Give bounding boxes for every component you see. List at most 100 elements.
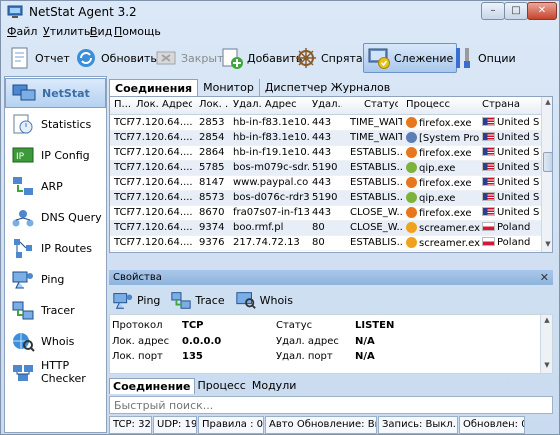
column-header-country[interactable]: Страна — [482, 99, 532, 110]
status-udp-count: UDP: 19 — [153, 416, 197, 434]
title-bar[interactable]: NetStat Agent 3.2 – □ ✕ — [1, 1, 559, 23]
report-button[interactable]: Отчет — [5, 43, 73, 73]
sidebar-item-ip-routes[interactable]: IP Routes — [5, 233, 106, 263]
arp-icon — [13, 177, 33, 195]
sidebar-item-dns-query[interactable]: DNS Query — [5, 202, 106, 232]
sidebar-item-whois[interactable]: Whois — [5, 326, 106, 356]
scroll-down-icon[interactable]: ▼ — [543, 240, 552, 250]
process-cell-text: qip.exe — [419, 163, 456, 174]
sidebar-item-label: ARP — [41, 179, 63, 193]
table-row[interactable]: TCP77.120.64.... 9376 217.74.72.13 80 ESTABL… — [110, 236, 542, 251]
sidebar-item-tracer[interactable]: Tracer — [5, 295, 106, 325]
sidebar-item-label: DNS Query — [41, 210, 102, 224]
menu-help[interactable]: Помощь — [114, 25, 161, 38]
whois-button[interactable]: Whois — [232, 287, 296, 313]
column-header-status[interactable]: Статус — [364, 99, 398, 110]
table-row[interactable]: TCP77.120.64.... 2854 hb-in-f83.1e10...443… — [110, 131, 542, 146]
status-cell: ESTABLIS... — [350, 237, 402, 248]
column-header-remote-port[interactable]: Удал... — [312, 99, 342, 110]
tab-connections[interactable]: Соединения — [109, 79, 199, 97]
sidebar-item-statistics[interactable]: Statistics — [5, 109, 106, 139]
column-header-protocol[interactable]: П... — [114, 99, 130, 110]
ping-button[interactable]: Ping — [109, 287, 163, 313]
menu-bar: Файл Утилиты Вид Помощь — [1, 23, 559, 41]
column-header-local-address[interactable]: Лок. Адрес — [136, 99, 192, 110]
sidebar-item-ip-config[interactable]: IP IP Config — [5, 140, 106, 170]
refresh-label: Обновить — [101, 51, 157, 65]
sidebar-item-arp[interactable]: ARP — [5, 171, 106, 201]
local-address-value: 0.0.0.0 — [182, 336, 222, 347]
table-row[interactable]: TCP77.120.64.... 2853 hb-in-f83.1e10...443… — [110, 116, 542, 131]
table-row[interactable]: TCP77.120.64.... 8670 fra07s07-in-f13...44… — [110, 206, 542, 221]
table-row[interactable]: TCP77.120.64.... 8573 bos-d076c-rdr3...519… — [110, 191, 542, 206]
table-row[interactable]: TCP77.120.64.... 5785 bos-m079c-sdr...5190… — [110, 161, 542, 176]
local-address-cell-text: 77.120.64.... — [129, 207, 193, 218]
whois-label: Whois — [259, 293, 293, 307]
remote-port-cell: 5190 — [312, 192, 346, 203]
status-last-update: Обновлен: 00:1 — [459, 416, 525, 434]
remote-port-cell: 443 — [312, 132, 346, 143]
tab-log-manager[interactable]: Диспетчер Журналов — [260, 79, 395, 97]
sidebar-item-label: Ping — [41, 272, 65, 286]
menu-view[interactable]: Вид — [90, 25, 112, 38]
close-icon[interactable]: ✕ — [540, 270, 549, 285]
tab-connection[interactable]: Соединение — [109, 378, 195, 394]
status-bar: TCP: 32 UDP: 19 Правила : 0 Авто Обновле… — [109, 416, 559, 434]
svg-text:IP: IP — [16, 152, 25, 162]
app-window: NetStat Agent 3.2 – □ ✕ Файл Утилиты Вид… — [0, 0, 560, 435]
status-value: LISTEN — [355, 320, 395, 331]
sidebar-item-netstat[interactable]: NetStat — [5, 78, 106, 108]
scroll-down-icon[interactable]: ▼ — [542, 361, 552, 371]
sidebar-item-http-checker[interactable]: HTTP Checker — [5, 357, 106, 387]
process-icon — [406, 117, 417, 128]
local-port-cell-text: 5785 — [199, 162, 225, 173]
protocol-cell-text: TCP — [114, 132, 130, 143]
tab-monitor[interactable]: Монитор — [198, 79, 260, 97]
table-scrollbar[interactable]: ▲ ▼ — [541, 97, 552, 252]
statistics-icon — [13, 114, 33, 134]
menu-file[interactable]: Файл — [7, 25, 37, 38]
sidebar-item-label: IP Config — [41, 148, 90, 162]
status-cell-text: ESTABLIS... — [350, 177, 402, 188]
quick-search-input[interactable] — [109, 396, 553, 414]
close-window-button[interactable]: ✕ — [527, 2, 557, 20]
menu-utilities[interactable]: Утилиты — [43, 25, 93, 38]
column-header-local-port[interactable]: Лок. ... — [199, 99, 229, 110]
process-cell: [System Pro... — [406, 132, 480, 144]
scroll-up-icon[interactable]: ▲ — [542, 316, 552, 326]
maximize-button[interactable]: □ — [504, 2, 528, 20]
monitor-label: Слежение — [394, 51, 454, 65]
country-cell: Poland — [482, 222, 540, 233]
process-icon — [406, 132, 417, 143]
table-row[interactable]: TCP77.120.64.... 9374 boo.rmf.pl 80 CLOSE_W.… — [110, 221, 542, 236]
trace-label: Trace — [195, 293, 225, 307]
remote-address-value: N/A — [355, 336, 375, 347]
column-header-process[interactable]: Процесс — [406, 99, 466, 110]
tab-process[interactable]: Процесс — [195, 378, 249, 394]
table-row[interactable]: TCP77.120.64.... 2864 hb-in-f19.1e10...443… — [110, 146, 542, 161]
sidebar-item-ping[interactable]: Ping — [5, 264, 106, 294]
properties-title: Свойства — [113, 272, 162, 283]
status-cell-text: ESTABLIS... — [350, 147, 402, 158]
trace-button[interactable]: Trace — [167, 287, 227, 313]
properties-scrollbar[interactable]: ▲ ▼ — [540, 315, 552, 373]
remote-address-cell-text: bos-m079c-sdr... — [233, 162, 309, 173]
table-row[interactable]: TCP77.120.64.... 8147 www.paypal.co...443 E… — [110, 176, 542, 191]
remote-address-cell: boo.rmf.pl — [233, 222, 309, 233]
protocol-cell: TCP — [114, 207, 130, 218]
protocol-cell: TCP — [114, 132, 130, 143]
protocol-label: Протокол — [112, 320, 163, 331]
scrollbar-thumb[interactable] — [543, 152, 552, 172]
usa-flag-icon — [482, 177, 495, 186]
local-address-cell: 77.120.64.... — [129, 162, 195, 173]
options-button[interactable]: Опции — [448, 43, 519, 73]
scroll-up-icon[interactable]: ▲ — [543, 98, 552, 108]
column-header-remote-address[interactable]: Удал. Адрес — [233, 99, 305, 110]
refresh-icon — [77, 49, 95, 67]
remote-address-cell: www.paypal.co... — [233, 177, 309, 188]
minimize-button[interactable]: – — [481, 2, 505, 20]
tab-modules[interactable]: Модули — [249, 378, 300, 394]
refresh-button[interactable]: Обновить — [71, 43, 160, 73]
monitor-button[interactable]: Слежение — [363, 43, 458, 73]
connections-table: П... Лок. Адрес Лок. ... Удал. Адрес Уда… — [109, 96, 553, 253]
